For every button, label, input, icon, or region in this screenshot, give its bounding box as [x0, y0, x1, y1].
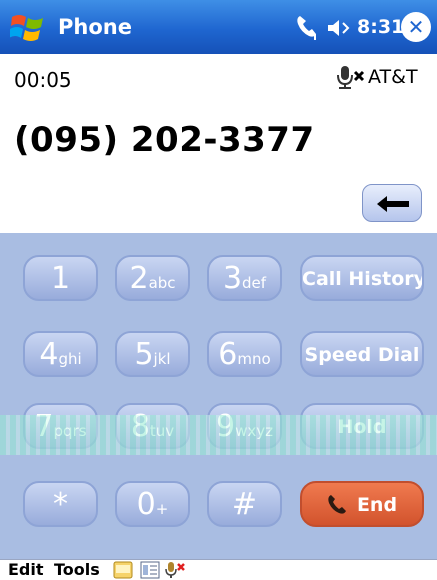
key-9[interactable]: 9wxyz [207, 403, 282, 449]
key-6[interactable]: 6mno [207, 331, 282, 377]
key-0[interactable]: 0+ [115, 481, 190, 527]
key-3[interactable]: 3def [207, 255, 282, 301]
windows-start-icon[interactable] [10, 11, 46, 43]
end-call-label: End [356, 494, 398, 516]
signal-icon[interactable] [294, 12, 320, 42]
key-8[interactable]: 8tuv [115, 403, 190, 449]
keypad: 1 2abc 3def Call History 4ghi 5jkl 6mno … [0, 233, 437, 559]
notes-icon[interactable] [140, 561, 160, 579]
key-2[interactable]: 2abc [115, 255, 190, 301]
app-title: Phone [58, 15, 132, 39]
speaker-icon[interactable] [326, 16, 352, 40]
input-panel-icon[interactable] [113, 561, 133, 579]
key-5[interactable]: 5jkl [115, 331, 190, 377]
hold-button[interactable]: Hold [300, 403, 424, 449]
edit-menu[interactable]: Edit [8, 560, 44, 579]
clock[interactable]: 8:31 [357, 16, 404, 38]
key-1[interactable]: 1 [23, 255, 98, 301]
key-hash[interactable]: # [207, 481, 282, 527]
backspace-button[interactable] [362, 184, 422, 222]
phone-number: (095) 202-3377 [14, 120, 315, 160]
call-history-button[interactable]: Call History [300, 255, 424, 301]
microphone-mute-toggle-icon[interactable] [165, 561, 185, 579]
speed-dial-button[interactable]: Speed Dial [300, 331, 424, 377]
call-timer: 00:05 [14, 68, 72, 92]
close-icon: ✕ [407, 15, 425, 39]
phone-handset-icon [328, 495, 346, 514]
close-button[interactable]: ✕ [401, 12, 431, 42]
carrier-name: AT&T [368, 66, 418, 88]
key-7[interactable]: 7pqrs [23, 403, 98, 449]
menu-bar: Edit Tools [0, 559, 437, 580]
key-star[interactable]: * [23, 481, 98, 527]
end-call-button[interactable]: End [300, 481, 424, 527]
back-arrow-icon [377, 196, 409, 212]
tools-menu[interactable]: Tools [54, 560, 100, 579]
key-4[interactable]: 4ghi [23, 331, 98, 377]
microphone-muted-icon [337, 66, 365, 89]
title-bar: Phone 8:31 ✕ [0, 0, 437, 54]
